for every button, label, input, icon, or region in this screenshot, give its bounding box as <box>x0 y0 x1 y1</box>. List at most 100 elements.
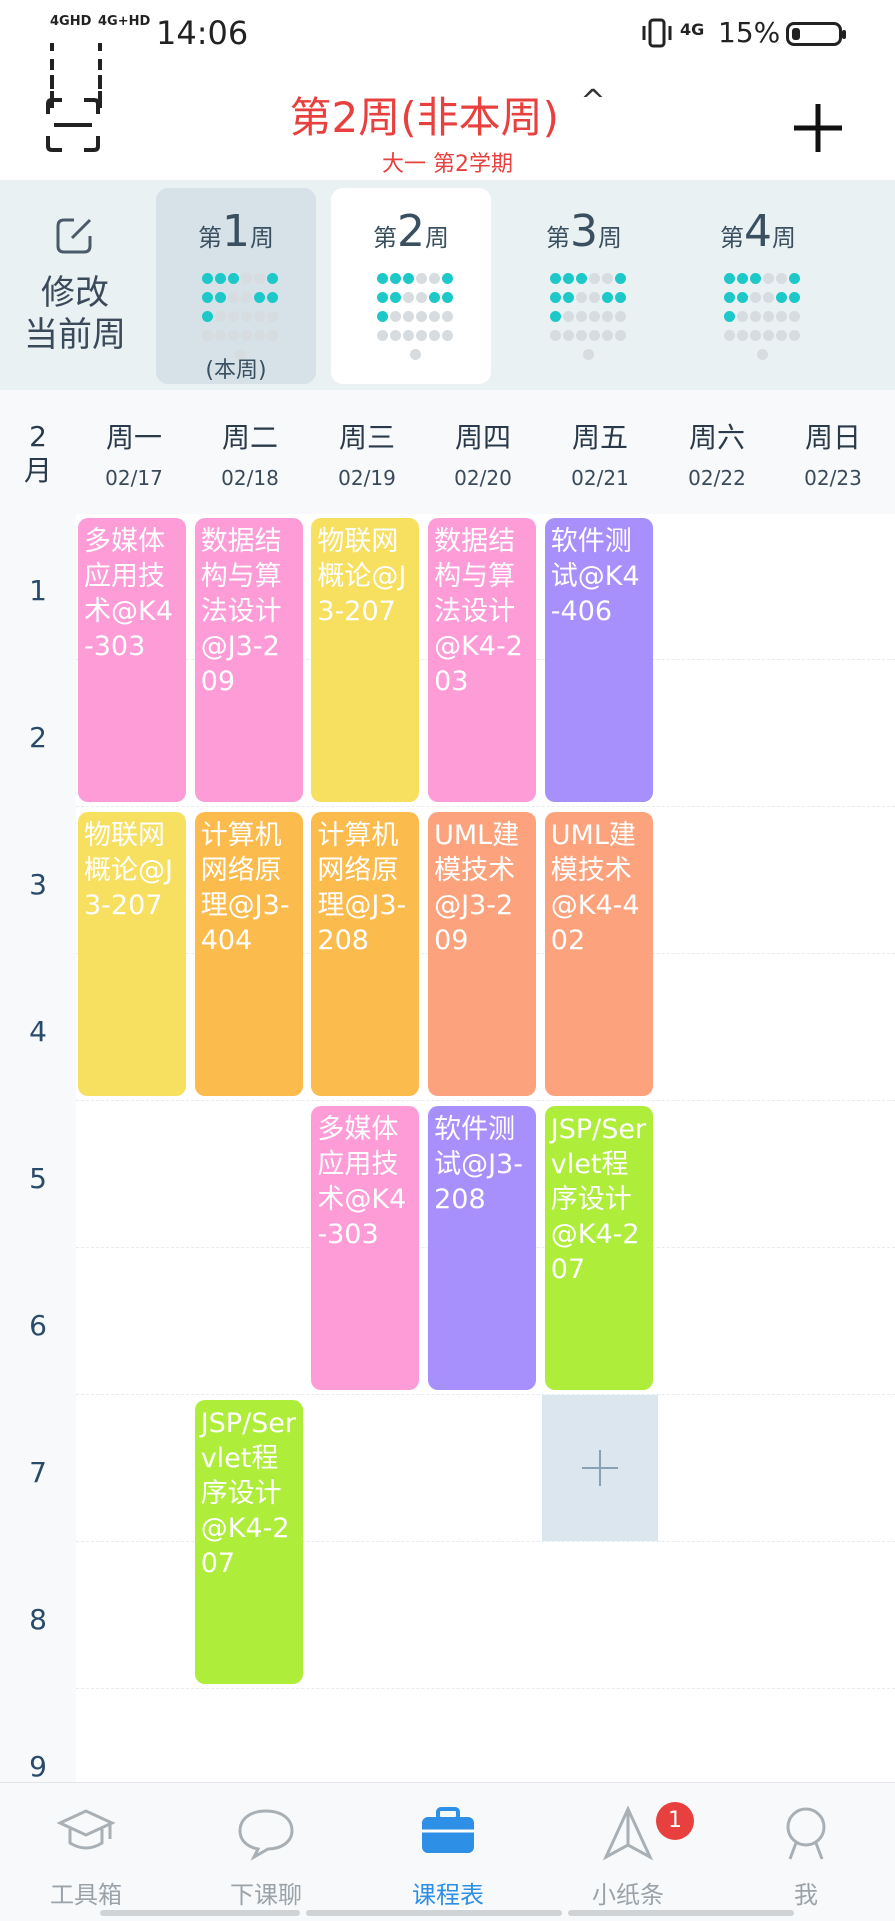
week-label: 第1周 <box>156 206 316 257</box>
course-block[interactable]: 物联网概论@J3-207 <box>311 518 420 802</box>
week-dot <box>267 273 278 284</box>
week-suffix: 周 <box>598 224 622 252</box>
week-title[interactable]: 第2周(非本周) ^ <box>0 84 895 145</box>
week-dot <box>377 330 388 341</box>
day-column-header: 周日 02/23 <box>775 416 891 490</box>
week-dot <box>429 311 440 322</box>
week-dot <box>750 292 761 303</box>
nav-chat[interactable]: 下课聊 <box>186 1783 346 1921</box>
course-block[interactable]: 物联网概论@J3-207 <box>78 812 186 1096</box>
week-dot <box>602 273 613 284</box>
day-header-row: 2 月 周一 02/17 周二 02/18 周三 02/19 周四 02/20 周五 02… <box>0 390 895 514</box>
nav-label: 我 <box>794 1881 818 1909</box>
week-dot <box>390 273 401 284</box>
week-dot-grid <box>548 270 628 365</box>
clock: 14:06 <box>156 14 249 52</box>
day-name: 周二 <box>221 421 278 454</box>
week-dot <box>390 311 401 322</box>
grid-line <box>76 806 895 807</box>
week-suffix: 周 <box>425 224 449 252</box>
week-dot <box>789 330 800 341</box>
week-number: 3 <box>570 206 598 257</box>
nav-label: 下课聊 <box>230 1881 302 1909</box>
week-dot <box>550 330 561 341</box>
week-dot <box>416 311 427 322</box>
week-dot <box>390 330 401 341</box>
signal-label-2: 4G+HD <box>98 14 151 29</box>
month-unit: 月 <box>23 454 52 487</box>
week-prefix: 第 <box>720 224 744 252</box>
course-block[interactable]: 软件测试@K4-406 <box>544 518 653 802</box>
course-block[interactable]: 多媒体应用技术@K4-303 <box>78 518 186 802</box>
course-block[interactable]: 数据结构与算法设计@J3-209 <box>194 518 303 802</box>
week-card-1[interactable]: 第1周 (本周) <box>156 188 316 384</box>
week-dot <box>550 311 561 322</box>
week-prefix: 第 <box>546 224 570 252</box>
week-card-2[interactable]: 第2周 <box>331 188 491 384</box>
course-block[interactable]: JSP/Servlet程序设计@K4-207 <box>194 1400 303 1684</box>
course-block[interactable]: JSP/Servlet程序设计@K4-207 <box>544 1106 653 1390</box>
week-dot <box>241 330 252 341</box>
add-course-slot[interactable] <box>542 1395 658 1541</box>
course-block[interactable]: 计算机网络原理@J3-404 <box>194 812 303 1096</box>
week-dot <box>442 311 453 322</box>
vibrate-icon <box>642 18 672 48</box>
week-dot <box>254 311 265 322</box>
nav-label: 工具箱 <box>50 1881 122 1909</box>
edit-icon <box>56 218 92 254</box>
course-block[interactable]: 计算机网络原理@J3-208 <box>311 812 420 1096</box>
week-dot <box>377 311 388 322</box>
week-card-3[interactable]: 第3周 <box>504 188 664 384</box>
nav-toolbox[interactable]: 工具箱 <box>6 1783 166 1921</box>
day-date: 02/19 <box>338 466 396 490</box>
chevron-up-icon[interactable]: ^ <box>580 84 605 119</box>
week-dot <box>442 330 453 341</box>
week-dot <box>550 292 561 303</box>
edit-week-label-line2: 当前周 <box>24 315 126 355</box>
week-dot <box>202 330 213 341</box>
timetable-grid: 123456789 多媒体应用技术@K4-303 数据结构与算法设计@J3-209… <box>0 514 895 1783</box>
day-column-header: 周一 02/17 <box>76 416 192 490</box>
course-block[interactable]: UML建模技术@K4-402 <box>544 812 653 1096</box>
grid-line <box>76 1688 895 1689</box>
week-number: 1 <box>222 206 250 257</box>
week-dot <box>615 292 626 303</box>
status-bar: 4GHD 4G+HD 14:06 4G 15% <box>0 0 895 108</box>
add-course-button[interactable] <box>790 100 846 156</box>
battery-icon <box>786 22 846 46</box>
edit-week-label-line1: 修改 <box>41 273 109 313</box>
week-dot <box>776 273 787 284</box>
week-dot <box>789 292 800 303</box>
grid-line <box>76 1394 895 1395</box>
briefcase-icon <box>422 1807 474 1853</box>
week-dot <box>377 273 388 284</box>
week-dot-grid <box>200 270 280 365</box>
course-block[interactable]: UML建模技术@J3-209 <box>428 812 537 1096</box>
nav-schedule[interactable]: 课程表 <box>368 1783 528 1921</box>
week-dot <box>267 311 278 322</box>
week-dot <box>602 292 613 303</box>
week-dot <box>763 292 774 303</box>
week-dot <box>215 311 226 322</box>
week-dot <box>776 330 787 341</box>
course-block[interactable]: 多媒体应用技术@K4-303 <box>311 1106 420 1390</box>
week-prefix: 第 <box>198 224 222 252</box>
course-block[interactable]: 数据结构与算法设计@K4-203 <box>428 518 537 802</box>
week-title-text[interactable]: 第2周(非本周) <box>290 93 560 142</box>
edit-current-week-button[interactable]: 修改 当前周 <box>0 180 150 390</box>
month-number: 2 <box>29 420 47 453</box>
day-name: 周四 <box>454 421 511 454</box>
week-dot <box>763 311 774 322</box>
week-dot <box>563 273 574 284</box>
semester-subtitle: 大一 第2学期 <box>382 152 513 177</box>
week-dot <box>602 330 613 341</box>
week-dot <box>416 273 427 284</box>
week-label: 第2周 <box>331 206 491 257</box>
week-dot <box>582 349 594 360</box>
week-dot <box>267 330 278 341</box>
week-dot <box>403 292 414 303</box>
week-card-4[interactable]: 第4周 <box>678 188 838 384</box>
day-column-header: 周五 02/21 <box>542 416 658 490</box>
nav-me[interactable]: 我 <box>726 1783 886 1921</box>
course-block[interactable]: 软件测试@J3-208 <box>428 1106 537 1390</box>
